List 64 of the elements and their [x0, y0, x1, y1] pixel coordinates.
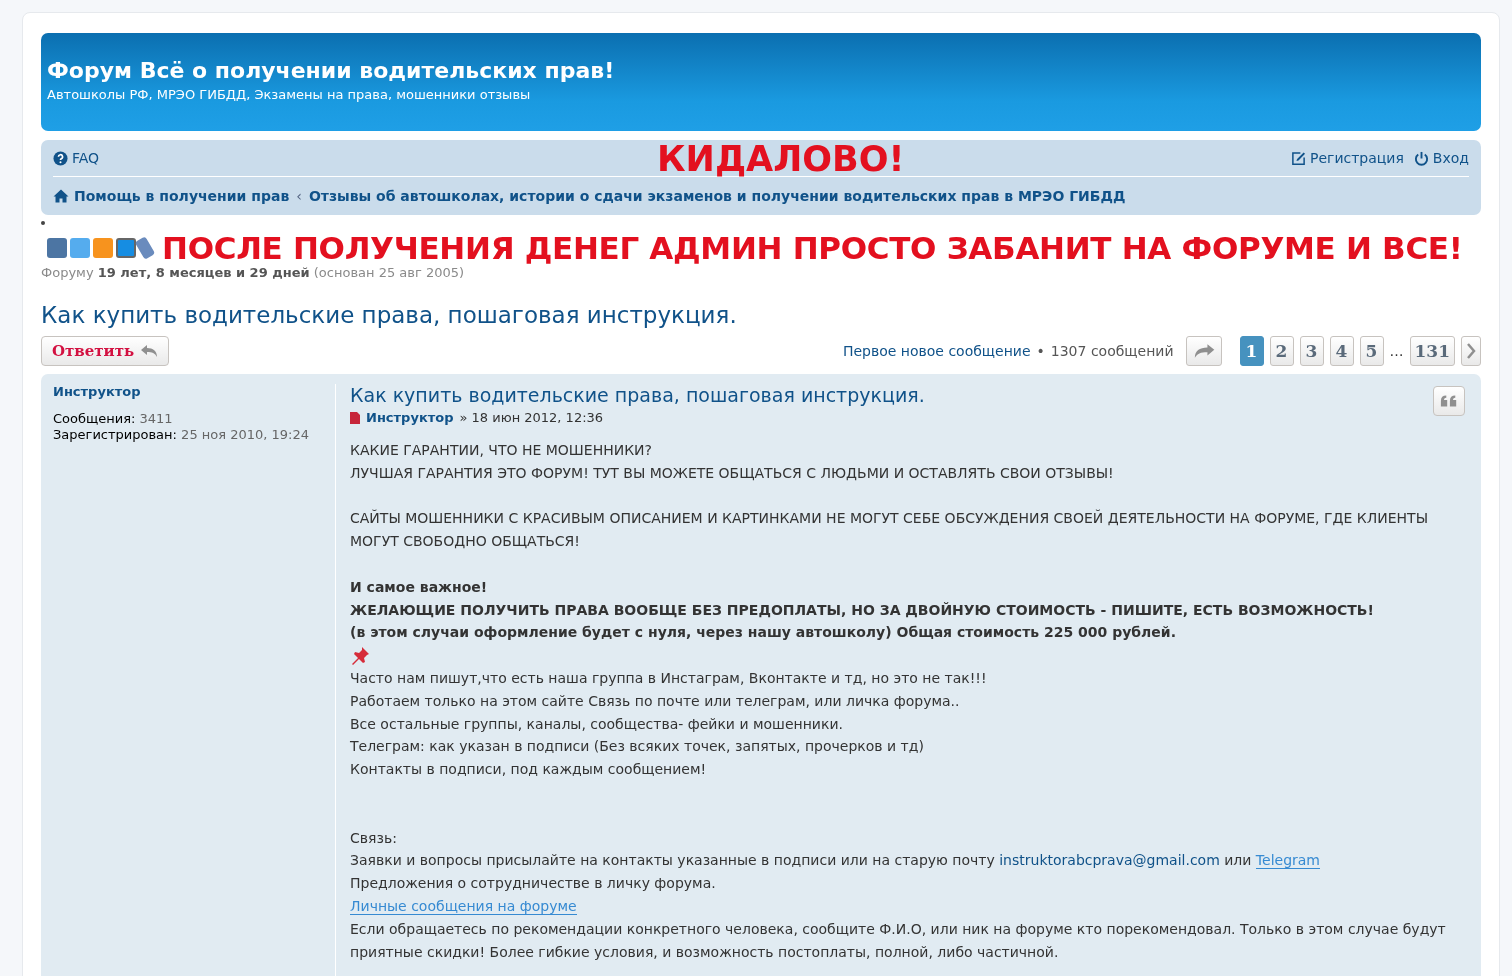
jump-to-page-button[interactable]	[1185, 336, 1222, 366]
telegram-link[interactable]: Telegram	[1255, 852, 1320, 870]
author-name[interactable]: Инструктор	[53, 384, 335, 399]
breadcrumb-link[interactable]: Помощь в получении прав	[74, 188, 290, 204]
post-text: Предложения о сотрудничестве в личку форума.	[350, 874, 717, 894]
next-page-button[interactable]	[1461, 336, 1481, 366]
login-link[interactable]: Вход	[1413, 150, 1469, 166]
page-button[interactable]: 1	[1239, 336, 1264, 366]
page-ellipsis: …	[1389, 343, 1404, 359]
annotation-text: КИДАЛОВО!	[657, 140, 905, 178]
bullet-icon	[41, 221, 45, 225]
post-count: 1307 сообщений	[1050, 343, 1174, 359]
email-link[interactable]: instruktorabcprava@gmail.com	[999, 852, 1220, 869]
bookmark-icon[interactable]	[134, 236, 156, 260]
power-icon	[1413, 150, 1429, 166]
page-button[interactable]: 3	[1299, 336, 1324, 366]
breadcrumb-link[interactable]: Отзывы об автошколах, истории о сдачи экзаменов и получении водительских прав в МРЭО ГИБДД	[308, 188, 1126, 204]
page-button[interactable]: 5	[1359, 336, 1384, 366]
pushpin-icon	[350, 646, 370, 667]
post-text: Если обращаетесь по рекомендации конкретного человека, сообщите Ф.И.О, или ник на форуме кто порекомендовал. Только в этом случае будут приятные скидки! Более гибкие условия, и возможность постоплаты, полной, либо частичной.	[350, 919, 1447, 962]
breadcrumb-separator-icon: ‹	[294, 188, 304, 204]
post-text: Все остальные группы, каналы, сообщества- фейки и мошенники.	[350, 714, 844, 734]
post-text: И самое важное!	[350, 577, 489, 597]
post-text: Контакты в подписи, под каждым сообщением!	[350, 760, 708, 780]
post-author-link[interactable]: Инструктор	[366, 410, 454, 425]
registered-value: 25 ноя 2010, 19:24	[181, 427, 309, 442]
post-text: ЖЕЛАЮЩИЕ ПОЛУЧИТЬ ПРАВА ВООБЩЕ БЕЗ ПРЕДОПЛАТЫ, НО ЗА ДВОЙНУЮ СТОИМОСТЬ - ПИШИТЕ, ЕСТЬ ВОЗМОЖНОСТЬ!	[350, 600, 1375, 620]
post-text: Связь:	[350, 828, 398, 848]
post-text: Часто нам пишут,что есть наша группа в Инстаграм, Вконтакте и тд, но это не так!!!	[350, 668, 988, 688]
share-square-icon[interactable]	[47, 238, 67, 258]
page-button[interactable]: 4	[1329, 336, 1354, 366]
post-text: Работаем только на этом сайте Связь по почте или телеграм, или личка форума..	[350, 691, 961, 711]
post-text: Телеграм: как указан в подписи (Без всяких точек, запятых, прочерков и тд)	[350, 737, 925, 757]
post-date: » 18 июн 2012, 12:36	[459, 410, 604, 425]
post-text: САЙТЫ МОШЕННИКИ С КРАСИВЫМ ОПИСАНИЕМ И КАРТИНКАМИ НЕ МОГУТ СЕБЕ ОБСУЖДЕНИЯ СВОЕЙ ДЕЯТЕЛЬНОСТИ НА ФОРУМЕ, ГДЕ КЛИЕНТЫ МОГУТ СВОБОДНО ОБЩАТЬСЯ!	[350, 508, 1429, 552]
topic-title[interactable]: Как купить водительские права, пошаговая инструкция.	[41, 302, 1481, 328]
post-text: ЛУЧШАЯ ГАРАНТИЯ ЭТО ФОРУМ! ТУТ ВЫ МОЖЕТЕ ОБЩАТЬСЯ С ЛЮДЬМИ И ОСТАВЛЯТЬ СВОИ ОТЗЫВЫ!	[350, 463, 1115, 483]
reply-button[interactable]: Ответить	[41, 336, 170, 366]
first-new-post-link[interactable]: Первое новое сообщение	[842, 343, 1031, 359]
page-button[interactable]: 2	[1269, 336, 1294, 366]
post-text: КАКИЕ ГАРАНТИИ, ЧТО НЕ МОШЕННИКИ?	[350, 441, 653, 460]
register-link[interactable]: Регистрация	[1290, 150, 1404, 166]
registered-label: Зарегистрирован:	[53, 427, 177, 442]
posts-value: 3411	[139, 411, 173, 426]
quote-icon	[1440, 394, 1458, 408]
faq-link[interactable]: FAQ	[53, 150, 100, 166]
posts-label: Сообщения:	[53, 411, 136, 426]
forum-age-text: Форуму 19 лет, 8 месяцев и 29 дней (основан 25 авг 2005)	[41, 265, 466, 280]
help-icon	[53, 150, 68, 166]
post-title[interactable]: Как купить водительские права, пошаговая инструкция.	[350, 384, 925, 406]
post-text: Заявки и вопросы присылайте на контакты указанные в подписи или на старую почту instruktorabcprava@gmail.com или Telegram	[350, 851, 1321, 872]
edit-icon	[1290, 150, 1306, 166]
site-description: Автошколы РФ, МРЭО ГИБДД, Экзамены на права, мошенники отзывы	[47, 87, 532, 102]
chevron-right-icon	[1466, 343, 1476, 359]
quote-button[interactable]	[1433, 386, 1465, 416]
document-icon	[350, 411, 360, 424]
annotation-text: ПОСЛЕ ПОЛУЧЕНИЯ ДЕНЕГ АДМИН ПРОСТО ЗАБАНИТ НА ФОРУМЕ И ВСЕ!	[162, 230, 1463, 266]
private-messages-link[interactable]: Личные сообщения на форуме	[350, 897, 577, 915]
site-title[interactable]: Форум Всё о получении водительских прав!	[47, 57, 1475, 85]
post-text: (в этом случаи оформление будет с нуля, через нашу автошколу) Общая стоимость 225 000 рублей.	[350, 623, 1177, 643]
separator-dot: •	[1036, 343, 1045, 359]
home-icon	[53, 188, 69, 204]
page-button[interactable]: 131	[1409, 336, 1455, 366]
reply-arrow-icon	[140, 344, 159, 358]
